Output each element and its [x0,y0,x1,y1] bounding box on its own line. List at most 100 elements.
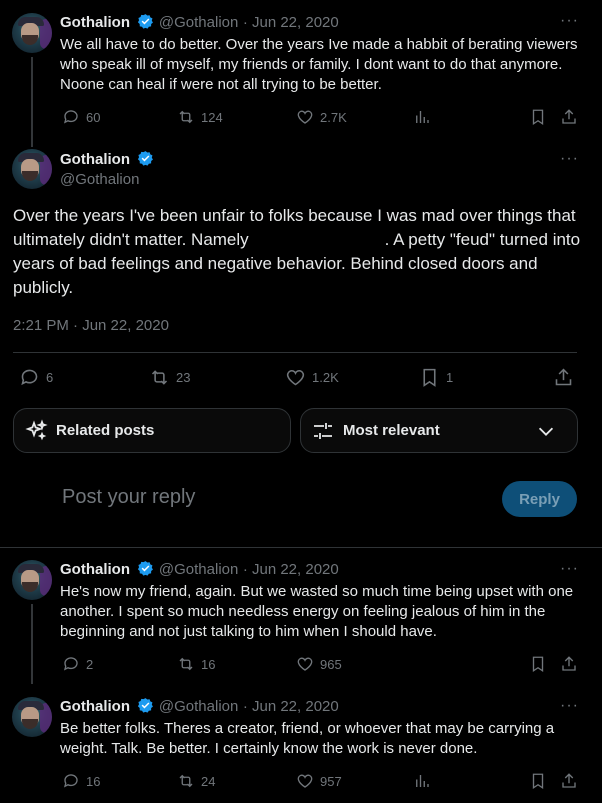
related-posts-button[interactable]: Related posts [13,408,291,453]
chevron-down-icon [538,427,554,436]
retweet-action[interactable]: 24 [177,772,215,790]
sparkle-icon [25,418,48,440]
more-options-icon[interactable]: ··· [560,150,579,168]
bookmark-icon [532,773,544,790]
analytics-icon [416,775,429,787]
views-action[interactable] [413,108,431,126]
like-count: 965 [320,656,342,672]
reply-input[interactable]: Post your reply [62,486,195,509]
tweet-header: Gothalion @Gothalion · Jun 22, 2020 [60,560,339,582]
reply-count: 6 [46,370,54,385]
bookmark-icon [532,656,544,673]
like-action[interactable]: 965 [296,655,342,673]
retweet-action[interactable]: 16 [177,655,215,673]
analytics-icon [416,111,429,123]
reply-icon [21,369,38,386]
share-action[interactable] [553,367,574,388]
bookmark-icon [423,368,436,387]
retweet-count: 24 [201,773,216,789]
author-handle[interactable]: @Gothalion [159,14,238,31]
tweet-text: We all have to do better. Over the years… [60,36,578,93]
bookmark-action[interactable] [529,655,547,673]
tweet-timestamp[interactable]: 2:21 PM · Jun 22, 2020 [13,317,169,334]
more-options-icon[interactable]: ··· [560,560,579,578]
bookmark-action[interactable] [529,108,547,126]
tweet-date[interactable]: · Jun 22, 2020 [243,561,339,578]
retweet-icon [151,370,168,385]
verified-badge-icon [137,13,154,35]
tweet-header: Gothalion @Gothalion · Jun 22, 2020 [60,13,339,35]
author-handle[interactable]: @Gothalion [60,171,139,188]
retweet-count: 124 [201,109,223,125]
sort-label: Most relevant [343,422,440,439]
like-action[interactable]: 2.7K [296,108,347,126]
thread-line [31,604,33,684]
author-handle[interactable]: @Gothalion [159,698,238,715]
tweet-date[interactable]: · Jun 22, 2020 [243,698,339,715]
retweet-icon [179,774,193,788]
reply-icon [63,110,78,124]
tweet-date[interactable]: · Jun 22, 2020 [243,14,339,31]
reply-count: 16 [86,773,101,789]
retweet-count: 23 [176,370,191,385]
reply-icon [63,657,78,671]
like-count: 2.7K [320,109,347,125]
heart-icon [286,369,305,386]
like-action[interactable]: 957 [296,772,342,790]
retweet-count: 16 [201,656,216,672]
main-tweet-text: Over the years I've been unfair to folks… [13,204,585,300]
main-tweet-header: Gothalion [60,150,154,172]
verified-badge-icon [137,150,154,172]
bookmark-action[interactable] [529,772,547,790]
share-action[interactable] [560,655,578,673]
author-name[interactable]: Gothalion [60,561,130,578]
avatar[interactable] [12,13,52,53]
author-name[interactable]: Gothalion [60,14,130,31]
tweet-header: Gothalion @Gothalion · Jun 22, 2020 [60,697,339,719]
retweet-action[interactable]: 23 [149,367,190,388]
author-name[interactable]: Gothalion [60,698,130,715]
share-icon [555,368,572,386]
like-count: 957 [320,773,342,789]
verified-badge-icon [137,560,154,582]
heart-icon [297,110,313,124]
bookmark-count: 1 [446,370,454,385]
divider [0,547,602,548]
divider [13,352,577,353]
reply-button[interactable]: Reply [502,481,577,517]
tweet-text: He's now my friend, again. But we wasted… [60,583,574,640]
author-name[interactable]: Gothalion [60,151,130,168]
share-action[interactable] [560,772,578,790]
author-handle[interactable]: @Gothalion [159,561,238,578]
related-posts-label: Related posts [56,422,155,439]
share-action[interactable] [560,108,578,126]
retweet-icon [179,110,193,124]
thread-line [31,57,33,147]
verified-badge-icon [137,697,154,719]
avatar[interactable] [12,560,52,600]
share-icon [562,773,576,788]
retweet-action[interactable]: 124 [177,108,223,126]
reply-count: 2 [86,656,94,672]
bookmark-action[interactable]: 1 [419,367,453,388]
reply-count: 60 [86,109,101,125]
share-icon [562,656,576,671]
reply-action[interactable]: 16 [62,772,100,790]
more-options-icon[interactable]: ··· [560,12,579,30]
reply-action[interactable]: 6 [19,367,53,388]
sort-dropdown[interactable]: Most relevant [300,408,578,453]
reply-action[interactable]: 60 [62,108,100,126]
bookmark-icon [532,109,544,126]
like-count: 1.2K [312,370,339,385]
reply-action[interactable]: 2 [62,655,93,673]
avatar[interactable] [12,149,52,189]
avatar[interactable] [12,697,52,737]
views-action[interactable] [413,772,431,790]
retweet-icon [179,657,193,671]
heart-icon [297,657,313,671]
more-options-icon[interactable]: ··· [560,697,579,715]
like-action[interactable]: 1.2K [285,367,339,388]
sliders-icon [314,422,332,439]
reply-icon [63,774,78,788]
heart-icon [297,774,313,788]
